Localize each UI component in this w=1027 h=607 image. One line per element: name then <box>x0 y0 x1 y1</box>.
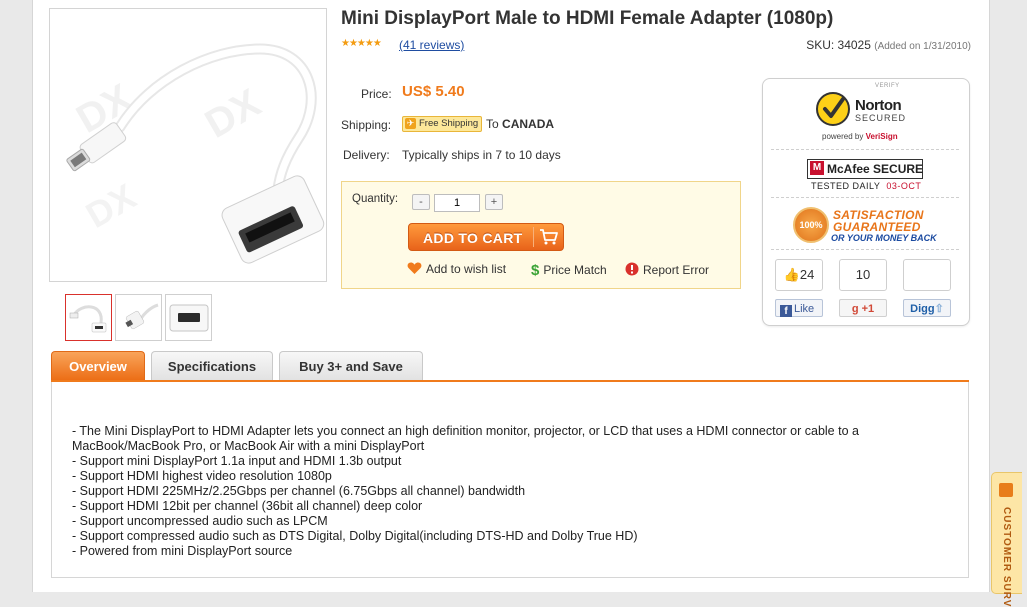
ship-to-text: To <box>486 117 499 131</box>
quantity-decrement-button[interactable]: - <box>412 194 430 210</box>
price-match-label: Price Match <box>543 263 607 277</box>
product-title: Mini DisplayPort Male to HDMI Female Ada… <box>341 8 834 29</box>
add-to-cart-button[interactable]: ADD TO CART <box>408 223 564 251</box>
heart-icon <box>407 262 422 274</box>
tested-daily-text: TESTED DAILY <box>811 181 881 191</box>
norton-check-icon <box>816 92 850 126</box>
product-page: DX DX DX DX Mi <box>32 0 990 592</box>
thumbs-up-icon: 👍 <box>783 267 800 282</box>
description-line: - Powered from mini DisplayPort source <box>72 544 293 558</box>
thumbnail-1[interactable] <box>65 294 112 341</box>
description-line: - Support uncompressed audio such as LPC… <box>72 514 328 528</box>
mcafee-seal[interactable]: M McAfee SECURE <box>807 159 923 179</box>
cart-icon <box>540 229 558 245</box>
google-plus-one-button[interactable]: g +1 <box>839 299 887 317</box>
tab-specifications[interactable]: Specifications <box>151 351 273 380</box>
description-line: - Support HDMI 225MHz/2.25Gbps per chann… <box>72 484 526 498</box>
report-error-label: Report Error <box>643 263 710 277</box>
free-shipping-text: Free Shipping <box>419 118 479 129</box>
facebook-icon: f <box>780 305 792 317</box>
description-line: - Support HDMI 12bit per channel (36bit … <box>72 499 423 513</box>
google-g-icon: g <box>851 303 859 315</box>
tested-daily-line: TESTED DAILY 03-OCT <box>811 181 921 191</box>
country-link[interactable]: CANADA <box>502 117 554 131</box>
report-error-link[interactable]: Report Error <box>625 262 709 277</box>
quantity-label: Quantity: <box>352 193 399 205</box>
price-label: Price: <box>361 87 392 101</box>
divider <box>771 149 959 150</box>
norton-text: Norton <box>855 97 902 114</box>
description-line: - The Mini DisplayPort to HDMI Adapter l… <box>72 424 859 453</box>
tab-buy-3-and-save[interactable]: Buy 3+ and Save <box>279 351 423 380</box>
survey-icon <box>999 483 1013 497</box>
guaranteed-text: GUARANTEED <box>833 220 921 234</box>
quantity-increment-button[interactable]: + <box>485 194 503 210</box>
divider <box>771 197 959 198</box>
svg-text:DX: DX <box>198 81 268 147</box>
norton-seal[interactable]: Norton SECURED powered by VeriSign <box>811 89 951 145</box>
google-plus-count: 10 <box>839 259 887 291</box>
digg-button[interactable]: Digg⇧ <box>903 299 951 317</box>
price-value: US$ 5.40 <box>402 83 465 100</box>
description-line: - Support compressed audio such as DTS D… <box>72 529 638 543</box>
sku-info: SKU: 34025 (Added on 1/31/2010) <box>806 38 971 52</box>
dollar-icon: $ <box>531 262 540 279</box>
shipping-label: Shipping: <box>341 118 392 132</box>
mcafee-shield-icon: M <box>810 161 824 175</box>
mcafee-text: McAfee SECURE <box>827 162 924 176</box>
delivery-value: Typically ships in 7 to 10 days <box>402 148 561 162</box>
divider <box>771 249 959 250</box>
money-back-text: OR YOUR MONEY BACK <box>831 233 937 243</box>
guarantee-seal-icon: 100% <box>793 207 829 243</box>
tab-overview[interactable]: Overview <box>51 351 145 380</box>
added-date: (Added on 1/31/2010) <box>874 41 971 52</box>
verisign-line: powered by VeriSign <box>822 132 898 141</box>
facebook-like-count: 👍24 <box>775 259 823 291</box>
alert-icon <box>625 262 639 276</box>
add-to-cart-label: ADD TO CART <box>423 230 523 246</box>
tested-date: 03-OCT <box>886 181 922 191</box>
delivery-label: Delivery: <box>343 148 390 162</box>
product-image[interactable]: DX DX DX DX <box>49 8 327 282</box>
wish-list-link[interactable]: Add to wish list <box>407 262 506 276</box>
svg-text:DX: DX <box>79 175 143 236</box>
wish-list-label: Add to wish list <box>426 262 507 276</box>
free-shipping-badge: ✈ Free Shipping <box>402 116 483 132</box>
description-list: - The Mini DisplayPort to HDMI Adapter l… <box>72 424 952 559</box>
description-line: - Support mini DisplayPort 1.1a input an… <box>72 454 402 468</box>
purchase-box: Quantity: - + ADD TO CART Add to wish li… <box>341 181 741 289</box>
price-match-link[interactable]: $ Price Match <box>531 262 607 279</box>
plane-icon: ✈ <box>405 118 416 129</box>
overview-panel: - The Mini DisplayPort to HDMI Adapter l… <box>51 382 969 578</box>
sku-number: SKU: 34025 <box>806 38 871 52</box>
survey-label: CUSTOMER SURV <box>1001 507 1012 607</box>
digg-label: Digg <box>910 303 935 315</box>
like-count: 24 <box>799 267 815 282</box>
rating-stars: ★★★★★ <box>341 38 382 49</box>
verisign-text: VeriSign <box>865 132 898 141</box>
reviews-link[interactable]: (41 reviews) <box>399 38 464 52</box>
arrow-up-icon: ⇧ <box>934 303 944 315</box>
secured-text: SECURED <box>855 113 907 123</box>
trust-panel: VERIFY Norton SECURED powered by VeriSig… <box>762 78 970 326</box>
powered-by-text: powered by <box>822 132 864 141</box>
facebook-like-button[interactable]: f Like <box>775 299 823 317</box>
quantity-input[interactable] <box>434 194 480 212</box>
thumbnail-3[interactable] <box>165 294 212 341</box>
description-line: - Support HDMI highest video resolution … <box>72 469 332 483</box>
digg-count <box>903 259 951 291</box>
ship-destination: To CANADA <box>486 117 554 131</box>
customer-survey-tab[interactable]: CUSTOMER SURV <box>991 472 1022 607</box>
thumbnail-2[interactable] <box>115 294 162 341</box>
like-label: Like <box>794 303 815 315</box>
button-divider <box>533 227 534 247</box>
plus-one-label: +1 <box>861 303 875 315</box>
